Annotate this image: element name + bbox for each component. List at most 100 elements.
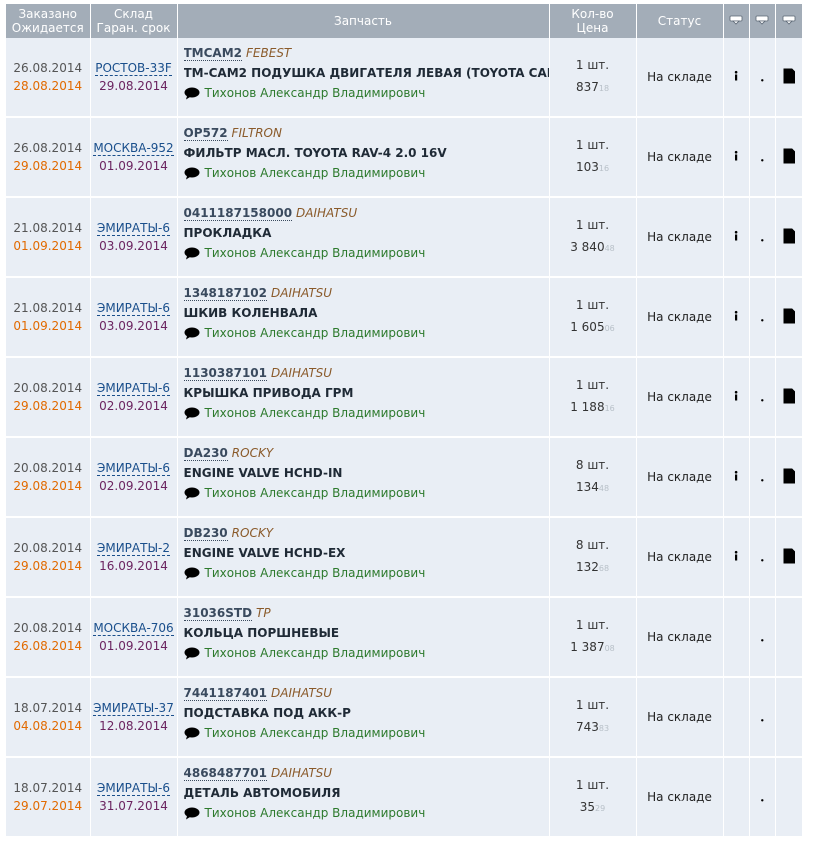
speech-bubble-icon[interactable] [184,327,200,340]
part-code-link[interactable]: 0411187158000 [183,206,293,221]
header-warehouse: Склад [114,7,153,21]
price: 1 188 [570,400,605,414]
question-icon[interactable] [753,707,771,725]
status-text: На складе [647,230,712,244]
comment-dropdown-icon[interactable] [782,14,796,28]
question-icon[interactable] [753,227,771,245]
question-icon[interactable] [753,467,771,485]
contact-link[interactable]: Тихонов Александр Владимирович [184,326,549,340]
header-action-2[interactable] [749,4,776,38]
contact-link[interactable]: Тихонов Александр Владимирович [184,806,549,820]
warehouse-link[interactable]: ЭМИРАТЫ-6 [96,221,171,236]
ordered-date: 20.08.2014 [13,621,83,635]
warehouse-link[interactable]: ЭМИРАТЫ-2 [96,541,171,556]
help-cell [749,677,776,758]
info-cell [723,597,750,678]
comment-dropdown-icon[interactable] [729,14,743,28]
warehouse-link[interactable]: ЭМИРАТЫ-6 [96,381,171,396]
info-icon[interactable] [727,227,745,245]
part-code-link[interactable]: DA230 [183,446,228,461]
question-icon[interactable] [753,307,771,325]
part-code-link[interactable]: DB230 [183,526,228,541]
speech-bubble-icon[interactable] [184,647,200,660]
info-cell [723,517,750,598]
warehouse-link[interactable]: ЭМИРАТЫ-6 [96,781,171,796]
speech-bubble-icon[interactable] [184,167,200,180]
header-action-3[interactable] [775,4,802,38]
info-icon[interactable] [727,547,745,565]
part-code-link[interactable]: OP572 [183,126,228,141]
warehouse-link[interactable]: МОСКВА-706 [93,621,174,636]
contact-name: Тихонов Александр Владимирович [204,806,426,820]
contact-link[interactable]: Тихонов Александр Владимирович [184,406,549,420]
question-icon[interactable] [753,147,771,165]
table-row: 18.07.2014 29.07.2014 ЭМИРАТЫ-6 31.07.20… [6,757,802,838]
contact-link[interactable]: Тихонов Александр Владимирович [184,486,549,500]
status-text: На складе [647,150,712,164]
ordered-date: 21.08.2014 [13,301,83,315]
header-expected: Ожидается [11,21,84,35]
info-icon[interactable] [727,467,745,485]
info-cell [723,677,750,758]
contact-link[interactable]: Тихонов Александр Владимирович [184,86,549,100]
speech-bubble-icon[interactable] [184,247,200,260]
warehouse-link[interactable]: ЭМИРАТЫ-37 [93,701,174,716]
warehouse-link[interactable]: ЭМИРАТЫ-6 [96,461,171,476]
part-code-link[interactable]: 4868487701 [183,766,267,781]
question-icon[interactable] [753,547,771,565]
help-cell [749,197,776,278]
warehouse-cell: МОСКВА-952 01.09.2014 [90,117,178,198]
speech-bubble-icon[interactable] [184,807,200,820]
warehouse-link[interactable]: РОСТОВ-33F [95,61,172,76]
info-icon[interactable] [727,67,745,85]
status-text: На складе [647,310,712,324]
contact-name: Тихонов Александр Владимирович [204,406,426,420]
help-cell [749,437,776,518]
comment-dropdown-icon[interactable] [755,14,769,28]
part-code-link[interactable]: 1130387101 [183,366,267,381]
question-icon[interactable] [753,787,771,805]
info-icon[interactable] [727,387,745,405]
speech-bubble-icon[interactable] [184,407,200,420]
document-icon[interactable] [780,547,798,565]
part-code-link[interactable]: TMCAM2 [183,46,243,61]
contact-link[interactable]: Тихонов Александр Владимирович [184,566,549,580]
info-icon[interactable] [727,147,745,165]
contact-link[interactable]: Тихонов Александр Владимирович [184,726,549,740]
header-action-1[interactable] [723,4,750,38]
document-icon[interactable] [780,227,798,245]
header-warehouse-guarantee[interactable]: Склад Гаран. срок [90,4,178,38]
part-code-link[interactable]: 1348187102 [183,286,267,301]
contact-link[interactable]: Тихонов Александр Владимирович [184,246,549,260]
header-ordered-expected[interactable]: Заказано Ожидается [6,4,91,38]
question-icon[interactable] [753,67,771,85]
document-icon[interactable] [780,387,798,405]
note-cell [775,437,802,518]
info-cell [723,38,750,118]
header-qty-price[interactable]: Кол-во Цена [549,4,637,38]
warehouse-link[interactable]: МОСКВА-952 [93,141,174,156]
question-icon[interactable] [753,627,771,645]
table-row: 26.08.2014 28.08.2014 РОСТОВ-33F 29.08.2… [6,38,802,118]
info-icon[interactable] [727,307,745,325]
document-icon[interactable] [780,147,798,165]
contact-link[interactable]: Тихонов Александр Владимирович [184,646,549,660]
question-icon[interactable] [753,387,771,405]
contact-link[interactable]: Тихонов Александр Владимирович [184,166,549,180]
document-icon[interactable] [780,307,798,325]
speech-bubble-icon[interactable] [184,727,200,740]
part-name: TM-CAM2 ПОДУШКА ДВИГАТЕЛЯ ЛЕВАЯ (TOYOTA … [183,66,549,80]
table-body: 26.08.2014 28.08.2014 РОСТОВ-33F 29.08.2… [6,38,802,838]
speech-bubble-icon[interactable] [184,567,200,580]
speech-bubble-icon[interactable] [184,487,200,500]
part-code-link[interactable]: 31036STD [183,606,253,621]
warehouse-link[interactable]: ЭМИРАТЫ-6 [96,301,171,316]
document-icon[interactable] [780,467,798,485]
part-cell: TMCAM2 FEBEST TM-CAM2 ПОДУШКА ДВИГАТЕЛЯ Л… [177,38,550,118]
header-status[interactable]: Статус [636,4,724,38]
contact-name: Тихонов Александр Владимирович [204,566,426,580]
speech-bubble-icon[interactable] [184,87,200,100]
document-icon[interactable] [780,67,798,85]
header-part[interactable]: Запчасть [177,4,550,38]
part-code-link[interactable]: 7441187401 [183,686,267,701]
